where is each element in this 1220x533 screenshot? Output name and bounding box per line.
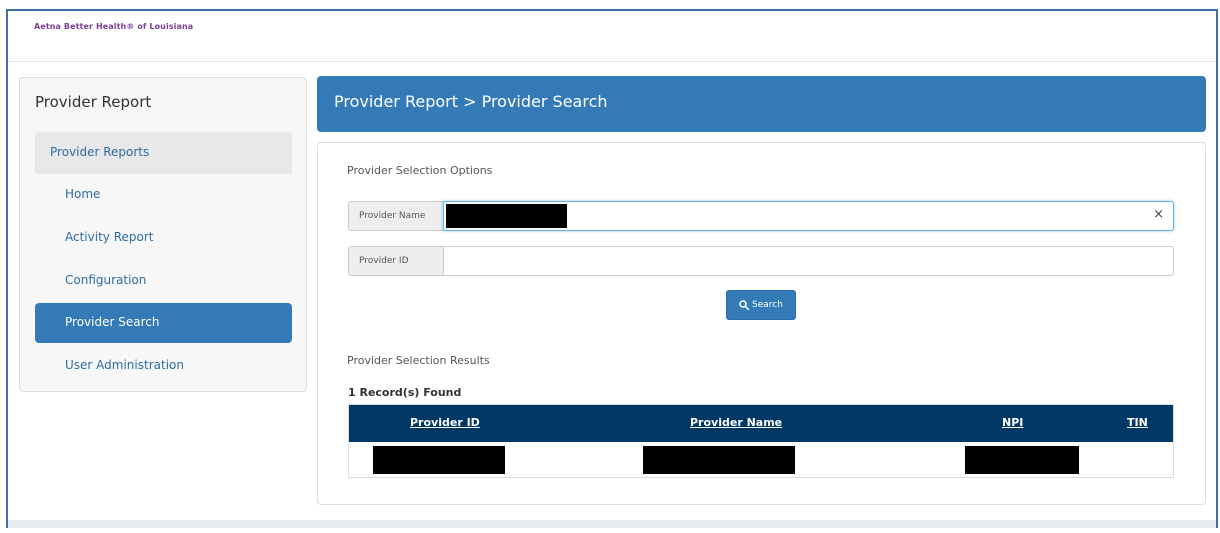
- provider-id-label: Provider ID: [359, 256, 409, 266]
- sidebar-item-label: Configuration: [65, 273, 147, 287]
- sidebar: Provider Report Provider Reports Home Ac…: [19, 77, 307, 392]
- options-title: Provider Selection Options: [347, 164, 493, 177]
- provider-id-addon: Provider ID: [348, 246, 443, 276]
- redacted-provider-id: [373, 446, 505, 474]
- column-header-npi[interactable]: NPI: [1002, 416, 1023, 429]
- sidebar-item-label: User Administration: [65, 358, 184, 372]
- sidebar-section-provider-reports[interactable]: Provider Reports: [35, 132, 292, 174]
- results-table: Provider ID Provider Name NPI TIN: [348, 404, 1174, 478]
- sidebar-item-label: Provider Search: [65, 315, 160, 329]
- search-button-label: Search: [752, 300, 783, 310]
- sidebar-item-label: Activity Report: [65, 230, 154, 244]
- close-icon[interactable]: ×: [1153, 207, 1164, 222]
- records-count: 1 Record(s) Found: [348, 386, 462, 399]
- column-header-tin[interactable]: TIN: [1127, 416, 1148, 429]
- column-header-provider-id[interactable]: Provider ID: [410, 416, 480, 429]
- provider-id-group: Provider ID: [348, 246, 1174, 276]
- sidebar-item-label: Home: [65, 187, 101, 201]
- top-bar: Aetna Better Health® of Louisiana: [8, 11, 1216, 62]
- provider-name-group: Provider Name ×: [348, 201, 1174, 231]
- page-header: Provider Report > Provider Search: [317, 76, 1206, 132]
- brand-logo: Aetna Better Health® of Louisiana: [34, 22, 194, 31]
- column-header-provider-name[interactable]: Provider Name: [690, 416, 782, 429]
- sidebar-item-home[interactable]: Home: [35, 175, 292, 215]
- provider-name-addon: Provider Name: [348, 201, 443, 231]
- sidebar-item-activity-report[interactable]: Activity Report: [35, 218, 292, 258]
- sidebar-section-label: Provider Reports: [50, 145, 150, 159]
- app-frame: Aetna Better Health® of Louisiana Provid…: [6, 9, 1218, 528]
- redacted-npi: [965, 446, 1079, 474]
- sidebar-title: Provider Report: [35, 93, 152, 111]
- search-icon: [739, 300, 750, 310]
- sidebar-item-configuration[interactable]: Configuration: [35, 261, 292, 301]
- table-header: Provider ID Provider Name NPI TIN: [349, 405, 1173, 442]
- footer-bar: [8, 520, 1216, 528]
- search-panel: Provider Selection Options Provider Name…: [317, 142, 1206, 505]
- sidebar-item-user-administration[interactable]: User Administration: [35, 346, 292, 386]
- search-button[interactable]: Search: [726, 290, 796, 320]
- provider-name-label: Provider Name: [359, 211, 426, 221]
- redacted-provider-name-value: [446, 204, 567, 228]
- breadcrumb: Provider Report > Provider Search: [334, 92, 608, 111]
- provider-id-input[interactable]: [443, 246, 1174, 276]
- results-title: Provider Selection Results: [347, 354, 490, 367]
- redacted-provider-name: [643, 446, 795, 474]
- sidebar-item-provider-search[interactable]: Provider Search: [35, 303, 292, 343]
